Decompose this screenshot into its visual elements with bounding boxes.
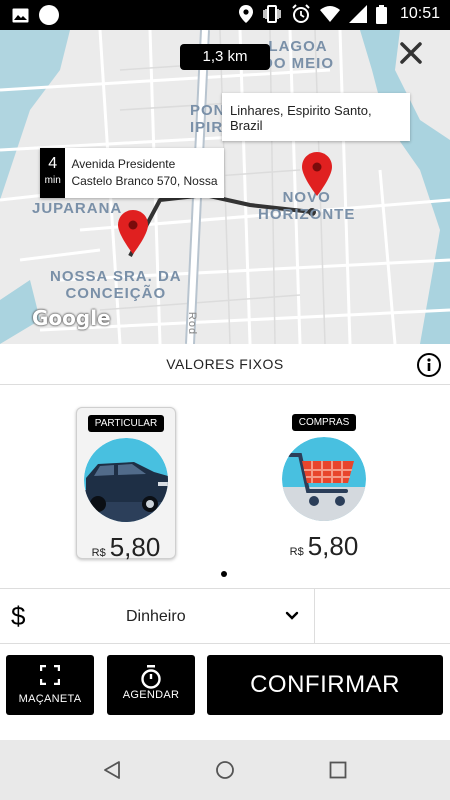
origin-callout: 4 min Avenida Presidente Castelo Branco … [40, 148, 224, 198]
distance-pill: 1,3 km [180, 44, 270, 70]
map-label-juparana: JUPARANA [32, 200, 123, 217]
scan-frame-icon [40, 665, 60, 685]
info-icon[interactable] [416, 352, 442, 378]
map-label-road: Rod [186, 311, 199, 336]
battery-icon [375, 4, 387, 24]
system-nav-bar [0, 740, 450, 800]
price-currency: R$ [91, 547, 106, 559]
circle-icon [39, 5, 59, 25]
handle-button-label: MAÇANETA [18, 693, 82, 705]
eta-value: 4 [48, 155, 58, 172]
eta-box: 4 min [40, 148, 66, 198]
shopping-cart-illustration-icon [282, 437, 366, 521]
page-indicator-dot [221, 571, 227, 577]
chevron-down-icon[interactable] [285, 609, 299, 623]
close-icon[interactable] [398, 40, 424, 66]
wifi-icon [319, 6, 340, 22]
divider [314, 589, 315, 644]
car-illustration-icon [84, 438, 168, 522]
payment-method-selector[interactable]: $ Dinheiro [0, 588, 450, 644]
home-icon[interactable] [215, 760, 235, 780]
ride-option-particular[interactable]: PARTICULAR R$ 5,80 [76, 407, 176, 562]
confirm-button[interactable]: CONFIRMAR [207, 655, 443, 715]
image-icon [12, 8, 29, 22]
dollar-icon: $ [11, 601, 26, 631]
map-label-lagoa: LAGOA DO MEIO [262, 38, 335, 72]
origin-pin-icon[interactable] [118, 210, 148, 254]
ride-option-compras[interactable]: COMPRAS R$ 5,80 [274, 407, 374, 562]
ride-option-price: R$ 5,80 [77, 532, 175, 563]
price-value: 5,80 [307, 531, 359, 561]
destination-callout: Linhares, Espirito Santo, Brazil [222, 93, 410, 141]
map-label-ponte: PON IPIR [190, 102, 226, 136]
vibrate-icon [263, 5, 281, 23]
payment-method-label: Dinheiro [126, 608, 186, 625]
timer-icon [141, 665, 161, 689]
status-bar: 10:51 [0, 0, 450, 30]
ride-option-tag: PARTICULAR [87, 415, 165, 432]
origin-address: Avenida Presidente Castelo Branco 570, N… [71, 157, 218, 188]
fixed-values-title: VALORES FIXOS [166, 356, 284, 372]
status-time: 10:51 [399, 5, 440, 22]
back-icon[interactable] [102, 760, 122, 780]
location-icon [238, 5, 253, 23]
ride-option-tag: COMPRAS [291, 414, 357, 431]
recents-icon[interactable] [328, 760, 348, 780]
destination-pin-icon[interactable] [302, 152, 332, 196]
alarm-icon [292, 4, 310, 23]
fixed-values-header: VALORES FIXOS [0, 344, 450, 385]
map-label-nossa-senhora: NOSSA SRA. DA CONCEIÇÃO [50, 268, 182, 302]
ride-option-price: R$ 5,80 [274, 531, 374, 562]
eta-unit: min [44, 175, 61, 186]
schedule-button[interactable]: AGENDAR [107, 655, 195, 715]
handle-button[interactable]: MAÇANETA [6, 655, 94, 715]
google-logo: Google [32, 306, 111, 330]
price-value: 5,80 [109, 532, 161, 562]
signal-icon [348, 5, 367, 23]
route-map[interactable]: LAGOA DO MEIO PON IPIR NOVO HORIZONTE JUPAR… [0, 30, 450, 344]
schedule-button-label: AGENDAR [122, 689, 180, 701]
price-currency: R$ [289, 546, 304, 558]
